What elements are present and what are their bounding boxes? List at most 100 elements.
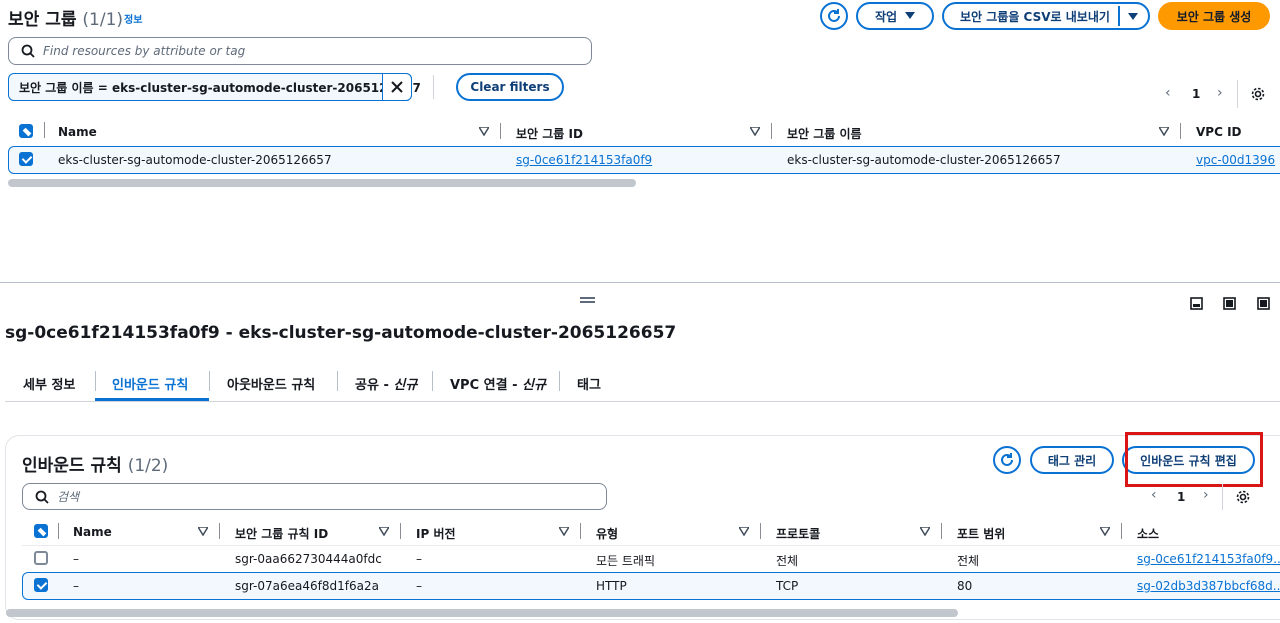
col-header-source[interactable]: 소스 [1137, 525, 1159, 542]
row-ip-version: – [416, 579, 422, 593]
column-resizer [1180, 123, 1181, 139]
panel-close-icon[interactable] [1257, 297, 1270, 310]
tab-inbound-rules[interactable]: 인바운드 규칙 [112, 374, 188, 393]
row-port-range: 전체 [957, 554, 980, 568]
rules-search-input[interactable]: 검색 [22, 483, 607, 510]
next-page-icon[interactable]: › [1203, 487, 1209, 503]
column-resizer [771, 123, 772, 139]
row-checkbox[interactable] [34, 551, 48, 565]
prev-page-icon[interactable]: ‹ [1151, 487, 1157, 503]
sort-icon[interactable] [379, 527, 389, 536]
column-resizer [760, 523, 761, 539]
col-header-rule-id[interactable]: 보안 그룹 규칙 ID [235, 525, 328, 542]
gear-icon[interactable] [1235, 489, 1251, 505]
sort-icon[interactable] [1100, 527, 1110, 536]
tab-outbound-rules[interactable]: 아웃바운드 규칙 [227, 374, 315, 393]
prev-page-icon[interactable]: ‹ [1165, 85, 1171, 101]
column-resizer [580, 523, 581, 539]
search-input[interactable]: Find resources by attribute or tag [8, 37, 592, 65]
split-panel-divider [0, 282, 1280, 283]
drag-handle-icon[interactable] [580, 297, 595, 299]
close-icon [391, 81, 403, 93]
panel-title: 인바운드 규칙 (1/2) [22, 456, 169, 476]
page-number[interactable]: 1 [1192, 87, 1200, 101]
row-checkbox[interactable] [34, 578, 48, 592]
column-resizer [219, 523, 220, 539]
clear-filters-button[interactable]: Clear filters [456, 73, 564, 101]
search-icon [21, 44, 35, 58]
sort-icon[interactable] [1159, 127, 1169, 136]
row-source-link[interactable]: sg-02db3d387bbcf68d... [1137, 579, 1280, 593]
sort-icon[interactable] [920, 527, 930, 536]
page-number[interactable]: 1 [1177, 490, 1185, 504]
refresh-button[interactable] [820, 2, 848, 30]
row-protocol: 전체 [776, 554, 799, 568]
next-page-icon[interactable]: › [1217, 85, 1223, 101]
create-security-group-button[interactable]: 보안 그룹 생성 [1158, 2, 1270, 30]
divider [44, 122, 45, 138]
sort-icon[interactable] [479, 127, 489, 136]
tab-divider [559, 371, 560, 391]
column-resizer [941, 523, 942, 539]
info-link[interactable]: 정보 [124, 11, 142, 26]
selection-count: (1/1) [82, 10, 124, 30]
row-type: 모든 트래픽 [596, 554, 656, 568]
panel-bottom-icon[interactable] [1190, 297, 1203, 310]
divider [1222, 484, 1223, 510]
tab-tags[interactable]: 태그 [577, 374, 601, 393]
panel-side-icon[interactable] [1223, 297, 1236, 310]
filter-token-label: 보안 그룹 이름 = eks-cluster-sg-automode-clust… [19, 80, 421, 95]
sort-icon[interactable] [559, 527, 569, 536]
row-sg-name: eks-cluster-sg-automode-cluster-20651266… [787, 153, 1061, 167]
manage-tags-button[interactable]: 태그 관리 [1030, 446, 1114, 474]
page-title: 보안 그룹 (1/1) [8, 10, 124, 30]
select-all-checkbox[interactable] [34, 524, 48, 538]
search-icon [35, 490, 49, 504]
row-source-link[interactable]: sg-0ce61f214153fa0f9... [1137, 552, 1280, 566]
drag-handle-line [580, 301, 595, 303]
col-header-sg-name[interactable]: 보안 그룹 이름 [787, 125, 862, 142]
row-rule-id: sgr-0aa662730444a0fdc [235, 552, 382, 566]
tab-details[interactable]: 세부 정보 [23, 374, 75, 393]
row-port-range: 80 [957, 579, 973, 593]
col-header-name[interactable]: Name [73, 525, 112, 539]
tab-divider [209, 371, 210, 391]
actions-dropdown[interactable]: 작업 [856, 2, 934, 30]
col-header-port-range[interactable]: 포트 범위 [957, 525, 1005, 542]
col-header-type[interactable]: 유형 [596, 525, 618, 542]
col-header-protocol[interactable]: 프로토콜 [776, 525, 820, 542]
col-header-ip-version[interactable]: IP 버전 [416, 525, 456, 542]
row-divider [22, 545, 1280, 546]
refresh-icon [1001, 453, 1013, 466]
column-resizer [500, 123, 501, 139]
col-header-sg-id[interactable]: 보안 그룹 ID [516, 125, 583, 142]
remove-filter-button[interactable] [382, 73, 412, 101]
export-csv-button[interactable]: 보안 그룹을 CSV로 내보내기 [942, 2, 1150, 30]
sort-icon[interactable] [750, 127, 760, 136]
select-all-checkbox[interactable] [19, 124, 33, 138]
tab-divider [432, 371, 433, 391]
sort-icon[interactable] [198, 527, 208, 536]
row-name: – [73, 579, 79, 593]
horizontal-scrollbar[interactable] [6, 609, 958, 617]
tab-sharing[interactable]: 공유 - 신규 [355, 374, 417, 393]
col-header-vpc-id[interactable]: VPC ID [1196, 125, 1242, 139]
divider [433, 75, 434, 99]
tab-vpc-association[interactable]: VPC 연결 - 신규 [450, 374, 546, 393]
refresh-button[interactable] [993, 446, 1021, 474]
filter-token: 보안 그룹 이름 = eks-cluster-sg-automode-clust… [8, 73, 421, 101]
refresh-icon [828, 9, 840, 22]
horizontal-scrollbar[interactable] [8, 179, 636, 187]
sort-icon[interactable] [739, 527, 749, 536]
row-sg-id-link[interactable]: sg-0ce61f214153fa0f9 [516, 153, 652, 167]
tab-divider [95, 371, 96, 391]
row-vpc-id-link[interactable]: vpc-00d1396 [1196, 153, 1275, 167]
column-resizer [1121, 523, 1122, 539]
gear-icon[interactable] [1250, 86, 1266, 102]
panel-count: (1/2) [127, 456, 169, 476]
column-resizer [400, 523, 401, 539]
table-row[interactable] [22, 572, 1280, 600]
col-header-name[interactable]: Name [58, 125, 97, 139]
caret-down-icon [1128, 13, 1138, 20]
row-checkbox[interactable] [19, 152, 33, 166]
